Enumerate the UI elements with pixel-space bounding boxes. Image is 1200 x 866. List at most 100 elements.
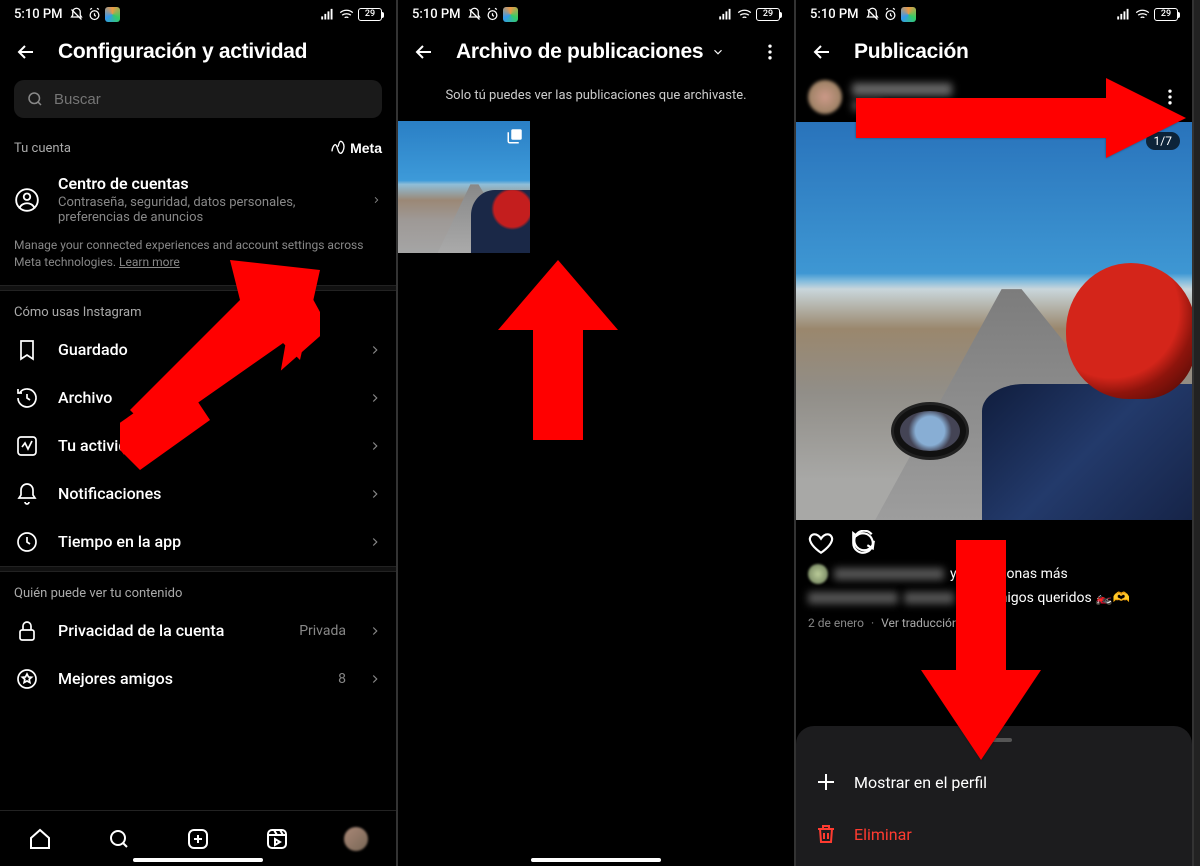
app-icon [901, 7, 916, 22]
tutorial-arrow [488, 260, 628, 444]
home-indicator [531, 858, 661, 862]
reels-icon[interactable] [265, 827, 289, 851]
post-actions [796, 520, 1192, 562]
home-icon[interactable] [28, 827, 52, 851]
activity-item[interactable]: Tu actividad [0, 422, 396, 470]
see-translation[interactable]: Ver traducción [881, 616, 958, 630]
chevron-right-icon [368, 535, 382, 549]
header: Publicación [796, 28, 1192, 72]
notifications-item[interactable]: Notificaciones [0, 470, 396, 518]
sheet-handle[interactable] [976, 738, 1012, 742]
chevron-right-icon [368, 624, 382, 638]
signal-icon [320, 7, 335, 22]
archive-item[interactable]: Archivo [0, 374, 396, 422]
liker-avatar [808, 564, 828, 584]
location-blurred [852, 100, 882, 111]
time-item[interactable]: Tiempo en la app [0, 518, 396, 566]
likes-row[interactable]: y 32 personas más [796, 562, 1192, 586]
manage-description: Manage your connected experiences and ac… [0, 237, 396, 285]
image-counter: 1/7 [1146, 132, 1180, 150]
privacy-item[interactable]: Privacidad de la cuenta Privada [0, 607, 396, 655]
battery-icon: 29 [756, 8, 780, 21]
profile-nav-icon[interactable] [344, 827, 368, 851]
status-bar: 5:10 PM 29 [796, 0, 1192, 28]
alarm-icon [87, 7, 102, 22]
archived-post-thumbnail[interactable] [398, 121, 530, 253]
close-friends-count: 8 [338, 671, 346, 687]
dnd-icon [865, 7, 880, 22]
search-nav-icon[interactable] [107, 827, 131, 851]
battery-icon: 29 [358, 8, 382, 21]
bookmark-icon [15, 338, 39, 362]
clock-icon [15, 530, 39, 554]
search-field[interactable] [54, 91, 370, 108]
post-header [796, 72, 1192, 122]
post-caption: con amigos queridos 🏍️🫶 [796, 586, 1192, 610]
wifi-icon [339, 7, 354, 22]
page-title: Archivo de publicaciones [456, 40, 703, 64]
status-bar: 5:10 PM 29 [0, 0, 396, 28]
status-time: 5:10 PM [810, 7, 859, 22]
screen-post: 5:10 PM 29 Publicación 1/7 [796, 0, 1194, 866]
archive-dropdown[interactable]: Archivo de publicaciones [456, 40, 725, 64]
show-on-profile-button[interactable]: Mostrar en el perfil [796, 756, 1192, 808]
close-friends-item[interactable]: Mejores amigos 8 [0, 655, 396, 703]
plus-icon [814, 770, 838, 794]
action-sheet: Mostrar en el perfil Eliminar [796, 726, 1192, 866]
visibility-section-label: Quién puede ver tu contenido [0, 572, 396, 607]
chevron-down-icon [711, 45, 725, 59]
like-icon[interactable] [808, 530, 834, 556]
post-image[interactable]: 1/7 [796, 122, 1192, 520]
caption-blurred [904, 592, 954, 604]
chevron-right-icon [371, 193, 382, 207]
carousel-icon [506, 127, 524, 145]
liker-name-blurred [834, 568, 944, 580]
star-circle-icon [15, 667, 39, 691]
privacy-value: Privada [299, 623, 346, 639]
search-input[interactable] [14, 80, 382, 118]
dnd-icon [69, 7, 84, 22]
activity-icon [15, 434, 39, 458]
chevron-right-icon [368, 487, 382, 501]
archive-banner: Solo tú puedes ver las publicaciones que… [398, 72, 794, 121]
battery-icon: 29 [1154, 8, 1178, 21]
screen-settings: 5:10 PM 29 Configuración y actividad Tu … [0, 0, 398, 866]
account-section-label: Tu cuenta Meta [0, 126, 396, 162]
signal-icon [1116, 7, 1131, 22]
signal-icon [718, 7, 733, 22]
caption-user-blurred [808, 592, 898, 604]
create-icon[interactable] [186, 827, 210, 851]
comment-icon[interactable] [850, 530, 876, 556]
post-date-row: 2 de enero · Ver traducción [796, 610, 1192, 642]
saved-item[interactable]: Guardado [0, 326, 396, 374]
back-icon[interactable] [810, 40, 834, 64]
post-avatar[interactable] [808, 80, 842, 114]
screen-archive: 5:10 PM 29 Archivo de publicaciones Solo… [398, 0, 796, 866]
app-icon [503, 7, 518, 22]
learn-more-link[interactable]: Learn more [119, 255, 180, 269]
dnd-icon [467, 7, 482, 22]
account-center-title: Centro de cuentas [58, 174, 353, 193]
chevron-right-icon [368, 391, 382, 405]
status-bar: 5:10 PM 29 [398, 0, 794, 28]
header: Archivo de publicaciones [398, 28, 794, 72]
delete-button[interactable]: Eliminar [796, 808, 1192, 860]
account-center-item[interactable]: Centro de cuentas Contraseña, seguridad,… [0, 162, 396, 237]
chevron-right-icon [368, 672, 382, 686]
trash-icon [814, 822, 838, 846]
status-time: 5:10 PM [412, 7, 461, 22]
lock-icon [15, 619, 39, 643]
account-center-sub: Contraseña, seguridad, datos personales,… [58, 195, 353, 225]
wifi-icon [737, 7, 752, 22]
more-icon[interactable] [1160, 87, 1180, 107]
back-icon[interactable] [14, 40, 38, 64]
alarm-icon [883, 7, 898, 22]
search-icon [26, 90, 44, 108]
bell-icon [15, 482, 39, 506]
back-icon[interactable] [412, 40, 436, 64]
chevron-right-icon [368, 439, 382, 453]
more-icon[interactable] [760, 42, 780, 62]
home-indicator [133, 858, 263, 862]
meta-icon [330, 140, 346, 156]
page-title: Configuración y actividad [58, 40, 307, 64]
